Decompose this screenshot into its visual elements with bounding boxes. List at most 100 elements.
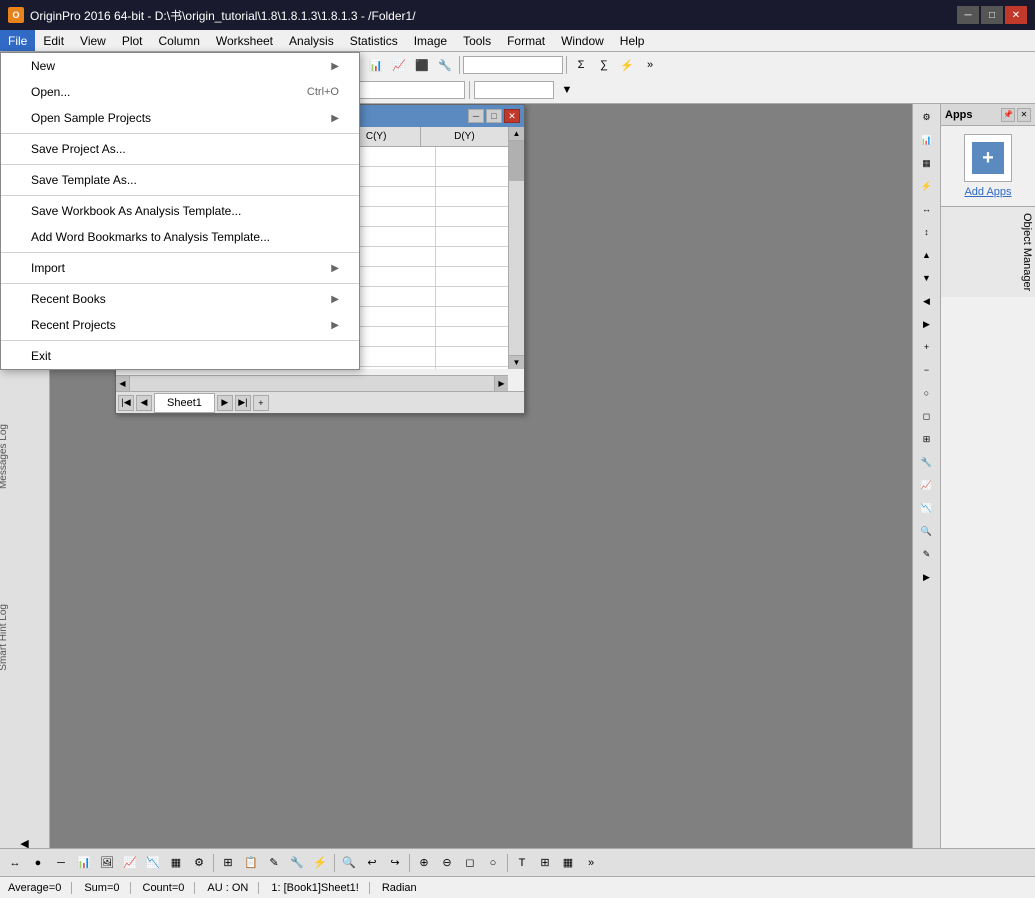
rs-btn14[interactable]: ◻	[915, 405, 939, 427]
menu-item-new[interactable]: New ▶	[1, 53, 359, 79]
menu-item-add-word[interactable]: Add Word Bookmarks to Analysis Template.…	[1, 224, 359, 250]
rs-btn15[interactable]: ⊞	[915, 428, 939, 450]
rs-btn16[interactable]: 🔧	[915, 451, 939, 473]
menu-item-save-template-as[interactable]: Save Template As...	[1, 167, 359, 193]
menu-plot[interactable]: Plot	[114, 30, 151, 51]
add-sheet[interactable]: +	[253, 395, 269, 411]
tb-btn12[interactable]: ∑	[593, 54, 615, 76]
rs-btn5[interactable]: ↔	[915, 198, 939, 220]
minimize-button[interactable]: ─	[957, 6, 979, 24]
add-apps-box[interactable]: +	[964, 134, 1012, 182]
tb-btn13[interactable]: ⚡	[616, 54, 638, 76]
col-drop[interactable]: ▼	[556, 79, 578, 101]
tb-btn10[interactable]: 🔧	[434, 54, 456, 76]
bt-btn22[interactable]: T	[511, 852, 533, 874]
bt-btn10[interactable]: ⊞	[217, 852, 239, 874]
bt-btn6[interactable]: 📈	[119, 852, 141, 874]
menu-item-open-sample[interactable]: Open Sample Projects ▶	[1, 105, 359, 131]
rs-btn12[interactable]: −	[915, 359, 939, 381]
bt-btn12[interactable]: ✎	[263, 852, 285, 874]
tab-nav-first[interactable]: |◀	[118, 395, 134, 411]
menu-item-recent-projects[interactable]: Recent Projects ▶	[1, 312, 359, 338]
scroll-up-btn[interactable]: ▲	[509, 127, 524, 141]
tb-btn8[interactable]: 📈	[388, 54, 410, 76]
menu-item-exit[interactable]: Exit	[1, 343, 359, 369]
bt-btn14[interactable]: ⚡	[309, 852, 331, 874]
tab-nav-prev[interactable]: ◀	[136, 395, 152, 411]
bt-btn16[interactable]: ↩	[361, 852, 383, 874]
rs-btn19[interactable]: 🔍	[915, 520, 939, 542]
ws-close[interactable]: ✕	[504, 109, 520, 123]
menu-column[interactable]: Column	[151, 30, 208, 51]
rs-btn3[interactable]: ▦	[915, 152, 939, 174]
bt-btn7[interactable]: 📉	[142, 852, 164, 874]
rs-btn17[interactable]: 📈	[915, 474, 939, 496]
bt-btn11[interactable]: 📋	[240, 852, 262, 874]
tb-btn11[interactable]: Σ	[570, 54, 592, 76]
tb-btn7[interactable]: 📊	[365, 54, 387, 76]
menu-window[interactable]: Window	[553, 30, 612, 51]
sheet1-tab[interactable]: Sheet1	[154, 393, 215, 413]
name-input[interactable]	[463, 56, 563, 74]
h-scrollbar[interactable]: ◀ ▶	[116, 375, 508, 391]
rs-btn4[interactable]: ⚡	[915, 175, 939, 197]
bt-btn13[interactable]: 🔧	[286, 852, 308, 874]
menu-item-open[interactable]: Open... Ctrl+O	[1, 79, 359, 105]
menu-analysis[interactable]: Analysis	[281, 30, 342, 51]
menu-help[interactable]: Help	[612, 30, 653, 51]
rs-btn8[interactable]: ▼	[915, 267, 939, 289]
bt-btn24[interactable]: ▦	[557, 852, 579, 874]
bt-btn9[interactable]: ⚙	[188, 852, 210, 874]
menu-item-import[interactable]: Import ▶	[1, 255, 359, 281]
bt-btn3[interactable]: ─	[50, 852, 72, 874]
menu-statistics[interactable]: Statistics	[342, 30, 406, 51]
bt-more[interactable]: »	[580, 852, 602, 874]
menu-file[interactable]: File	[0, 30, 35, 51]
add-apps-label[interactable]: Add Apps	[964, 186, 1011, 198]
bt-btn15[interactable]: 🔍	[338, 852, 360, 874]
scroll-down-btn[interactable]: ▼	[509, 355, 524, 369]
ws-maximize[interactable]: □	[486, 109, 502, 123]
scroll-thumb[interactable]	[509, 141, 524, 181]
menu-item-recent-books[interactable]: Recent Books ▶	[1, 286, 359, 312]
menu-edit[interactable]: Edit	[35, 30, 72, 51]
bt-btn18[interactable]: ⊕	[413, 852, 435, 874]
menu-item-save-workbook[interactable]: Save Workbook As Analysis Template...	[1, 198, 359, 224]
bt-btn1[interactable]: ↔	[4, 852, 26, 874]
menu-worksheet[interactable]: Worksheet	[208, 30, 281, 51]
menu-format[interactable]: Format	[499, 30, 553, 51]
rs-btn11[interactable]: +	[915, 336, 939, 358]
apps-close[interactable]: ✕	[1017, 108, 1031, 122]
bt-btn21[interactable]: ○	[482, 852, 504, 874]
bt-btn5[interactable]: 🖼	[96, 852, 118, 874]
rs-btn6[interactable]: ↕	[915, 221, 939, 243]
rs-btn1[interactable]: ⚙	[915, 106, 939, 128]
menu-item-save-project-as[interactable]: Save Project As...	[1, 136, 359, 162]
scroll-left-btn[interactable]: ◀	[116, 376, 130, 391]
bt-btn17[interactable]: ↪	[384, 852, 406, 874]
col-d[interactable]: D(Y)	[421, 127, 508, 146]
rs-btn13[interactable]: ○	[915, 382, 939, 404]
more-btn[interactable]: »	[639, 54, 661, 76]
tab-nav-last[interactable]: ▶|	[235, 395, 251, 411]
tb-btn9[interactable]: ⬛	[411, 54, 433, 76]
tab-nav-next[interactable]: ▶	[217, 395, 233, 411]
rs-btn20[interactable]: ✎	[915, 543, 939, 565]
rs-btn2[interactable]: 📊	[915, 129, 939, 151]
ws-minimize[interactable]: ─	[468, 109, 484, 123]
rs-btn9[interactable]: ◀	[915, 290, 939, 312]
collapse-right[interactable]: ▶	[915, 566, 939, 588]
object-manager-tab[interactable]: Object Manager	[941, 206, 1035, 297]
maximize-button[interactable]: □	[981, 6, 1003, 24]
bt-btn4[interactable]: 📊	[73, 852, 95, 874]
bt-btn20[interactable]: ◻	[459, 852, 481, 874]
close-button[interactable]: ✕	[1005, 6, 1027, 24]
apps-pin[interactable]: 📌	[1001, 108, 1015, 122]
v-scrollbar[interactable]: ▲ ▼	[508, 127, 524, 369]
col-input[interactable]	[474, 81, 554, 99]
bt-btn19[interactable]: ⊖	[436, 852, 458, 874]
rs-btn18[interactable]: 📉	[915, 497, 939, 519]
bt-btn23[interactable]: ⊞	[534, 852, 556, 874]
menu-image[interactable]: Image	[406, 30, 455, 51]
bt-btn2[interactable]: ●	[27, 852, 49, 874]
